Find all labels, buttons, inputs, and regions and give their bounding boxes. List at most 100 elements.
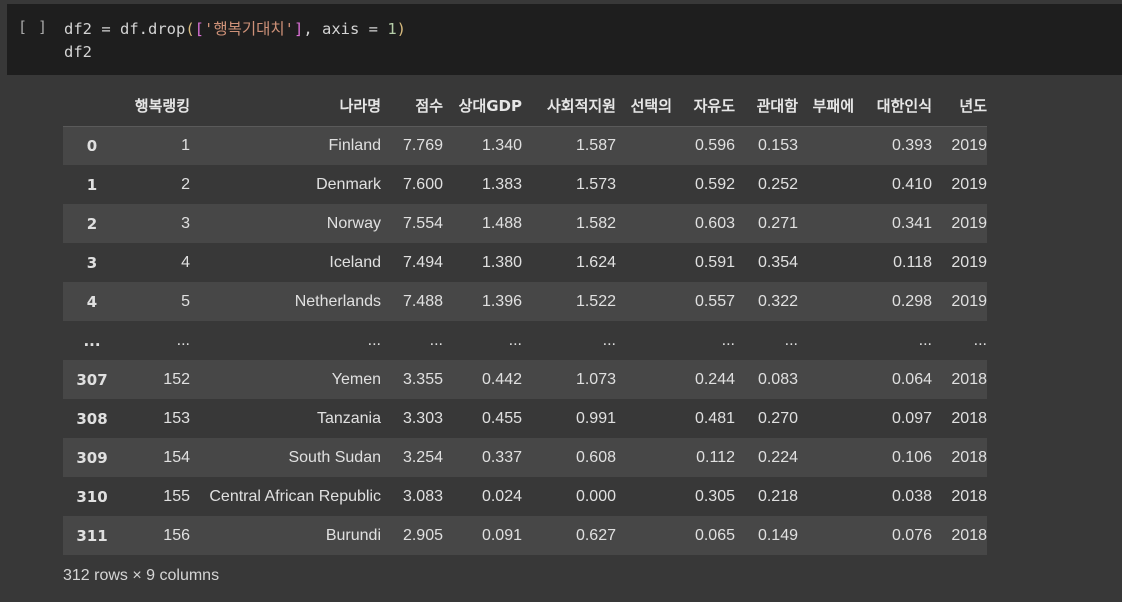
table-cell: 1.587 [575, 136, 616, 154]
row-index: 307 [76, 370, 108, 389]
row-index: 311 [76, 526, 108, 545]
column-header: 대한인식 [854, 86, 932, 127]
table-cell: 2018 [951, 448, 987, 466]
table-cell: Norway [326, 214, 381, 232]
table-cell [616, 165, 672, 204]
table-cell: 0.410 [891, 175, 932, 193]
table-cell [616, 243, 672, 282]
table-cell: 2019 [951, 292, 987, 310]
table-cell: 4 [181, 253, 190, 271]
table-cell [798, 360, 854, 399]
table-cell: Burundi [325, 526, 381, 544]
table-cell: 1.582 [575, 214, 616, 232]
table-cell [616, 360, 672, 399]
table-cell: 1.073 [575, 370, 616, 388]
table-cell [798, 204, 854, 243]
table-cell: 3.254 [402, 448, 443, 466]
table-cell: 5 [181, 292, 190, 310]
table-cell: 0.322 [757, 292, 798, 310]
table-cell: 2 [181, 175, 190, 193]
table-row: 308 153 Tanzania 3.303 0.455 0.991 0.481 0.270 0… [63, 399, 987, 438]
table-cell: 0.252 [757, 175, 798, 193]
table-cell: 3.083 [402, 487, 443, 505]
column-header-index [63, 86, 113, 127]
table-cell: 1.522 [575, 292, 616, 310]
table-cell: 2019 [951, 214, 987, 232]
table-row: 0 1 Finland 7.769 1.340 1.587 0.596 0.153 0.393 2… [63, 126, 987, 165]
table-cell: 2018 [951, 370, 987, 388]
table-row: 307 152 Yemen 3.355 0.442 1.073 0.244 0.083 0.06… [63, 360, 987, 399]
table-cell: 0.271 [757, 214, 798, 232]
table-cell: 0.481 [694, 409, 735, 427]
table-cell: 0.337 [481, 448, 522, 466]
table-cell: 0.106 [891, 448, 932, 466]
table-cell: 7.488 [402, 292, 443, 310]
row-index: ... [83, 331, 101, 350]
table-cell: 0.592 [694, 175, 735, 193]
table-cell: 0.608 [575, 448, 616, 466]
table-cell: 1.624 [575, 253, 616, 271]
table-cell: 3.303 [402, 409, 443, 427]
table-cell [616, 516, 672, 555]
column-header: 부패에 [798, 86, 854, 127]
table-cell [616, 321, 672, 360]
table-cell: 1.573 [575, 175, 616, 193]
table-cell: 0.393 [891, 136, 932, 154]
table-cell: 0.097 [891, 409, 932, 427]
table-cell: ... [508, 331, 522, 349]
row-index: 309 [76, 448, 108, 467]
column-header: 관대함 [735, 86, 798, 127]
table-cell: 0.153 [757, 136, 798, 154]
table-cell [616, 438, 672, 477]
code-editor[interactable]: df2 = df.drop(['행복기대치'], axis = 1) df2 [64, 18, 406, 64]
table-cell: Central African Republic [209, 487, 381, 505]
table-cell: 0.038 [891, 487, 932, 505]
table-cell: 2019 [951, 253, 987, 271]
column-header: 선택의 [616, 86, 672, 127]
table-cell: 0.076 [891, 526, 932, 544]
table-cell: 1.396 [481, 292, 522, 310]
table-cell [798, 438, 854, 477]
code-cell[interactable]: [ ] df2 = df.drop(['행복기대치'], axis = 1) d… [7, 4, 1122, 75]
table-cell: 7.769 [402, 136, 443, 154]
table-cell: 152 [163, 370, 190, 388]
table-cell: 7.494 [402, 253, 443, 271]
table-cell: 0.083 [757, 370, 798, 388]
column-header: 자유도 [672, 86, 735, 127]
table-cell: 2018 [951, 487, 987, 505]
table-row: 311 156 Burundi 2.905 0.091 0.627 0.065 0.149 0.… [63, 516, 987, 555]
table-cell: 0.224 [757, 448, 798, 466]
table-cell [798, 126, 854, 165]
column-header: 년도 [932, 86, 987, 127]
table-cell: 0.091 [481, 526, 522, 544]
table-cell: South Sudan [288, 448, 381, 466]
table-row: .............................. [63, 321, 987, 360]
table-cell: 2019 [951, 136, 987, 154]
column-header: 상대GDP [443, 86, 522, 127]
table-cell: Tanzania [316, 409, 381, 427]
table-cell: 0.442 [481, 370, 522, 388]
table-cell: 0.603 [694, 214, 735, 232]
run-cell-button[interactable]: [ ] [18, 18, 48, 36]
table-cell: 0.218 [757, 487, 798, 505]
table-cell: 0.118 [893, 253, 932, 271]
table-cell: 0.000 [575, 487, 616, 505]
table-cell: ... [784, 331, 798, 349]
table-cell: 0.627 [575, 526, 616, 544]
table-cell: 1.340 [481, 136, 522, 154]
table-cell: ... [429, 331, 443, 349]
table-cell: 2.905 [402, 526, 443, 544]
table-cell [616, 126, 672, 165]
table-row: 310 155 Central African Republic 3.083 0.024… [63, 477, 987, 516]
table-cell: 0.991 [575, 409, 616, 427]
table-cell: 2019 [951, 175, 987, 193]
table-cell [798, 321, 854, 360]
table-cell: 0.341 [891, 214, 932, 232]
table-cell: 0.557 [694, 292, 735, 310]
dataframe-table: 행복랭킹 나라명 점수 상대GDP 사회적지원 선택의 자유도 관대함 부패에 … [63, 86, 987, 555]
table-cell: 0.305 [694, 487, 735, 505]
table-body: 0 1 Finland 7.769 1.340 1.587 0.596 0.153 0.393 2… [63, 126, 987, 555]
table-cell: 0.298 [891, 292, 932, 310]
table-cell: 1.383 [481, 175, 522, 193]
table-cell: 0.591 [694, 253, 735, 271]
